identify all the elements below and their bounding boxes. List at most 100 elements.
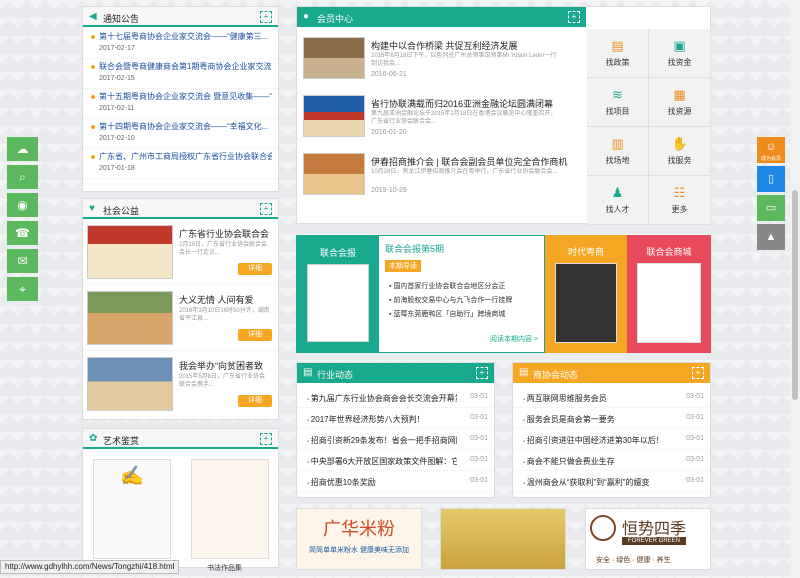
list-item[interactable]: 第十七届粤商协会企业家交流会——“健康第三... 2017-02-17 <box>83 29 278 59</box>
list-item[interactable]: 第九届广东行业协会商会会长交流会开幕第二批预约03-01 <box>297 387 494 408</box>
member-panel: ● 会员中心 + 构建中以合作桥梁 共促互利经济发展 2016年6月18日下午，… <box>296 6 711 225</box>
policy-icon: ▤ <box>611 38 624 53</box>
list-item[interactable]: 服务会员是商会第一要务03-01 <box>513 408 710 429</box>
detail-button[interactable]: 详细 <box>238 263 272 275</box>
read-issue-link[interactable]: 阅读本期内容 > <box>490 334 538 344</box>
list-item[interactable]: 第十四期粤商协会企业家交流会——“幸福文化... 2017-02-10 <box>83 119 278 149</box>
era-panel[interactable]: 时代粤商 <box>545 235 627 353</box>
money-icon: ▣ <box>673 38 686 53</box>
more-icon[interactable]: + <box>568 11 580 23</box>
more-icon[interactable]: + <box>260 433 272 445</box>
list-item[interactable]: 商会不能只做会费业生存03-01 <box>513 450 710 471</box>
list-item[interactable]: 伊春招商推介会 | 联合会副会员单位完全合作商机 10月28日，黑龙江伊春招商推… <box>297 147 586 205</box>
member-header: ● 会员中心 + <box>297 7 586 27</box>
list-item[interactable]: 省行协联满载而归2016亚洲金融论坛圆满闭幕 第九届亚洲金融论坛于2016年1月… <box>297 89 586 147</box>
welfare-photo[interactable] <box>87 291 173 345</box>
more-icon[interactable]: + <box>476 367 488 379</box>
calligraphy-image[interactable] <box>191 459 269 559</box>
news-icon: ▤ <box>303 367 313 378</box>
newsletter-tab[interactable]: 联合会报 <box>297 236 379 352</box>
detail-button[interactable]: 详细 <box>238 395 272 407</box>
calligraphy-image[interactable]: ✍ <box>93 459 171 559</box>
person-icon: ♟ <box>611 185 624 200</box>
news-icon: ▤ <box>519 367 529 378</box>
list-item[interactable]: 第十五期粤商协会企业家交流会 暨意见收集——“国... 2017-02-11 <box>83 89 278 119</box>
list-item[interactable]: 构建中以合作桥梁 共促互利经济发展 2016年6月18日下午，以色列驻广州总领事… <box>297 31 586 89</box>
more-icon[interactable]: + <box>260 11 272 23</box>
chamber-panel: ▤ 商协会动态 + 两互联网思维服务会员03-01 服务会员是商会第一要务03-… <box>512 362 711 498</box>
location-icon[interactable]: ⌖ <box>7 277 38 301</box>
ad-banner-grain[interactable] <box>440 508 566 570</box>
grid-item-money[interactable]: ▣ 找资金 <box>649 29 711 78</box>
ad-banner-rice[interactable]: 广华米粉 简简单单米粉水 健康美味无添加 <box>296 508 422 570</box>
detail-button[interactable]: 详细 <box>238 329 272 341</box>
chamber-header: ▤ 商协会动态 + <box>513 363 710 383</box>
list-item[interactable]: 我会举办“向贫困者致 2015年5月8日，广东省行业协会联合会携手... 详细 <box>83 351 278 417</box>
list-item[interactable]: 2017年世界经济形势八大预判！03-01 <box>297 408 494 429</box>
mall-panel[interactable]: 联合会商城 <box>627 235 711 353</box>
era-cover[interactable] <box>555 263 617 343</box>
list-item[interactable]: 两互联网思维服务会员03-01 <box>513 387 710 408</box>
scrollbar[interactable] <box>790 0 800 578</box>
industry-panel: ▤ 行业动态 + 第九届广东行业协会商会会长交流会开幕第二批预约03-01 20… <box>296 362 495 498</box>
user-icon: ● <box>303 11 310 22</box>
grid-item-more[interactable]: ☷ 更多 <box>649 176 711 225</box>
search-icon[interactable]: ⌕ <box>7 165 38 189</box>
notice-header: ◀ 通知公告 + <box>83 7 278 27</box>
service-icon: ✋ <box>671 136 688 151</box>
weibo-icon[interactable]: ◉ <box>7 193 38 217</box>
phone-icon[interactable]: ☎ <box>7 221 38 245</box>
member-photo[interactable] <box>303 95 365 137</box>
status-bar-url: http://www.gdhylhh.com/News/Tongzhi/418.… <box>0 560 180 574</box>
welfare-photo[interactable] <box>87 225 173 279</box>
welfare-header: ♥ 社会公益 + <box>83 199 278 219</box>
mall-cover[interactable] <box>637 263 701 343</box>
notice-panel: ◀ 通知公告 + 第十七届粤商协会企业家交流会——“健康第三... 2017-02… <box>82 6 279 192</box>
welfare-photo[interactable] <box>87 357 173 411</box>
flower-icon: ✿ <box>89 433 98 444</box>
resource-icon: ▦ <box>673 87 686 102</box>
art-panel: ✿ 艺术鉴赏 + ✍ 书法作品集 <box>82 428 279 572</box>
grid-item-project[interactable]: ≋ 找项目 <box>587 78 649 127</box>
layers-icon: ≋ <box>612 87 623 102</box>
message-icon[interactable]: ▭ <box>757 195 785 221</box>
member-list: 构建中以合作桥梁 共促互利经济发展 2016年6月18日下午，以色列驻广州总领事… <box>297 31 586 205</box>
list-item[interactable]: 招商优惠10条奖励03-01 <box>297 471 494 492</box>
wechat-icon[interactable]: ☁ <box>7 137 38 161</box>
ad-banner-forever-green[interactable]: 恒势四季 FOREVER GREEN 安全 · 绿色 · 健康 · 养生 <box>585 508 711 570</box>
newsletter-cover[interactable] <box>307 264 369 342</box>
heart-icon: ♥ <box>89 203 95 214</box>
member-photo[interactable] <box>303 37 365 79</box>
grid-item-policy[interactable]: ▤ 找政策 <box>587 29 649 78</box>
member-photo[interactable] <box>303 153 365 195</box>
service-grid: ▤ 找政策 ▣ 找资金 ≋ 找项目 ▦ 找资源 ▥ 找场地 ✋ 找服务 ♟ 找人才 ☷ 更多 <box>587 29 711 225</box>
speaker-icon: ◀ <box>89 11 97 22</box>
list-item[interactable]: 温州商会从“获取利”到“赢利”的嬗变03-01 <box>513 471 710 492</box>
grid-item-talent[interactable]: ♟ 找人才 <box>587 176 649 225</box>
grid-item-service[interactable]: ✋ 找服务 <box>649 127 711 176</box>
mail-icon[interactable]: ✉ <box>7 249 38 273</box>
list-item[interactable]: 招商引资进驻中国经济进第30年以后！03-01 <box>513 429 710 450</box>
list-item[interactable]: 中央部署6大开放区国家政策文件图解：它们03-01 <box>297 450 494 471</box>
list-item[interactable]: 广东省、广州市工商局授权广东省行业协会联合会... 2017-01-18 <box>83 149 278 179</box>
more-icon: ☷ <box>673 185 686 200</box>
grid-item-venue[interactable]: ▥ 找场地 <box>587 127 649 176</box>
more-icon[interactable]: + <box>692 367 704 379</box>
list-item[interactable]: 招商引资新29条发布！省会一把手招商网图03-01 <box>297 429 494 450</box>
list-item[interactable]: ▪ 国内首家行业协会联合会地区分会正 <box>389 280 539 294</box>
list-item[interactable]: 联合会暨粤商健康商会第1期粤商协会企业家交流会... 2017-02-15 <box>83 59 278 89</box>
list-item[interactable]: ▪ 蓝莓东莞鹿鸭区「自助行」跨境商城 <box>389 308 539 322</box>
rocket-top-icon[interactable]: ▲ <box>757 224 785 250</box>
list-item[interactable]: 广东省行业协会联合会 2月19日，广东省行业协会联合会会长一行走访... 详细 <box>83 219 278 285</box>
mobile-icon[interactable]: ▯ <box>757 166 785 192</box>
brand-logo-icon <box>590 515 616 541</box>
more-icon[interactable]: + <box>260 203 272 215</box>
notice-title: 通知公告 <box>103 14 140 24</box>
list-item[interactable]: 大义无情 人间有爱 2016年3月10日16时50分许，湖南省平江县... 详细 <box>83 285 278 351</box>
list-item[interactable]: ▪ 前海股权交易中心与九飞合作一行挂牌 <box>389 294 539 308</box>
scrollbar-thumb[interactable] <box>792 190 798 400</box>
newsletter-panel: 联合会报 联合会报第5期 本期导读 ▪ 国内首家行业协会联合会地区分会正 ▪ 前… <box>296 235 545 353</box>
become-member-button[interactable]: ☺ 成为会员 <box>757 137 785 163</box>
grid-item-resource[interactable]: ▦ 找资源 <box>649 78 711 127</box>
venue-icon: ▥ <box>611 136 624 151</box>
